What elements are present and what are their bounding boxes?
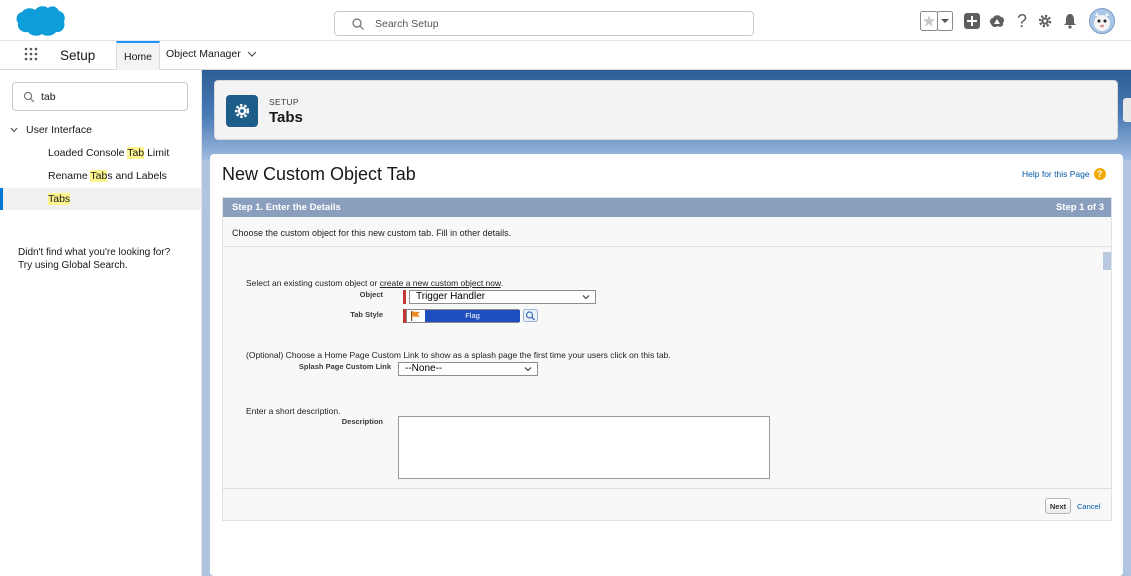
splash-label: Splash Page Custom Link bbox=[298, 362, 391, 371]
side-panel-handle[interactable] bbox=[1123, 98, 1131, 122]
chevron-down-icon[interactable] bbox=[247, 51, 257, 57]
not-found-hint: Didn't find what you're looking for? Try… bbox=[18, 246, 198, 272]
side-panel-handle[interactable] bbox=[1103, 252, 1111, 270]
object-section-prefix: Select an existing custom object or bbox=[246, 278, 380, 288]
tab-style-label: Tab Style bbox=[350, 310, 383, 319]
search-icon bbox=[23, 91, 35, 103]
chevron-down-icon bbox=[10, 127, 18, 133]
quick-find-box[interactable] bbox=[12, 82, 188, 111]
global-search[interactable] bbox=[334, 11, 754, 36]
help-icon: ? bbox=[1093, 168, 1106, 180]
tab-object-manager[interactable]: Object Manager bbox=[166, 48, 257, 60]
tree-group-user-interface[interactable]: User Interface bbox=[10, 124, 92, 136]
context-navigation-bar: Setup Home Object Manager bbox=[0, 41, 1131, 70]
chevron-down-icon bbox=[524, 367, 532, 372]
tab-home[interactable]: Home bbox=[116, 41, 160, 70]
step-header: Step 1. Enter the Details Step 1 of 3 bbox=[223, 198, 1111, 217]
setup-gear-icon bbox=[226, 95, 258, 127]
sidebar-item-text: Limit bbox=[144, 147, 170, 159]
search-highlight: Tab bbox=[127, 147, 145, 159]
notifications-bell-icon[interactable] bbox=[1060, 8, 1080, 34]
content-card: New Custom Object Tab Help for this Page… bbox=[210, 154, 1123, 576]
object-select[interactable]: Trigger Handler bbox=[409, 290, 596, 304]
setup-gear-icon[interactable] bbox=[1034, 8, 1056, 34]
not-found-line: Didn't find what you're looking for? bbox=[18, 247, 171, 258]
create-custom-object-link[interactable]: create a new custom object now bbox=[380, 278, 501, 288]
setup-page-header: SETUP Tabs bbox=[214, 80, 1118, 140]
sidebar-item-text: Loaded Console bbox=[48, 147, 128, 159]
object-select-value: Trigger Handler bbox=[416, 291, 486, 302]
lookup-icon[interactable] bbox=[523, 309, 538, 322]
step-intro: Choose the custom object for this new cu… bbox=[232, 228, 512, 238]
chevron-down-icon bbox=[582, 295, 590, 300]
search-highlight: Tabs bbox=[48, 193, 71, 205]
page-title: New Custom Object Tab bbox=[222, 164, 416, 184]
step-panel: Step 1. Enter the Details Step 1 of 3 Ch… bbox=[222, 197, 1112, 521]
help-link-label: Help for this Page bbox=[1022, 169, 1090, 179]
help-icon[interactable]: ? bbox=[1012, 8, 1032, 34]
splash-section-text: (Optional) Choose a Home Page Custom Lin… bbox=[246, 350, 671, 360]
divider bbox=[223, 246, 1111, 247]
splash-select-value: --None-- bbox=[405, 363, 443, 374]
required-indicator bbox=[403, 290, 406, 304]
tab-object-manager-label: Object Manager bbox=[166, 48, 241, 60]
splash-page-select[interactable]: --None-- bbox=[398, 362, 538, 376]
help-for-this-page-link[interactable]: Help for this Page ? bbox=[1022, 168, 1106, 180]
description-textarea[interactable] bbox=[398, 416, 770, 479]
salesforce-logo[interactable] bbox=[14, 4, 66, 38]
flag-icon bbox=[407, 310, 425, 322]
sidebar-item-text: Rename bbox=[48, 170, 91, 182]
step-counter: Step 1 of 3 bbox=[1055, 202, 1104, 213]
cancel-link[interactable]: Cancel bbox=[1077, 502, 1100, 511]
description-label: Description bbox=[341, 417, 383, 426]
tab-style-value: Flag bbox=[425, 310, 520, 322]
quick-find-input[interactable] bbox=[41, 88, 181, 106]
page-header-title: Tabs bbox=[269, 109, 303, 126]
divider bbox=[223, 488, 1111, 489]
sidebar-item-text: s and Labels bbox=[107, 170, 167, 182]
sidebar-item-rename-tabs-and-labels[interactable]: Rename Tabs and Labels bbox=[0, 165, 201, 187]
object-section-suffix: . bbox=[500, 278, 504, 288]
description-section-text: Enter a short description. bbox=[246, 406, 341, 416]
next-button[interactable]: Next bbox=[1045, 498, 1071, 514]
tab-style-field[interactable]: Flag bbox=[406, 309, 520, 323]
global-search-input[interactable] bbox=[375, 15, 735, 33]
user-avatar[interactable] bbox=[1088, 8, 1116, 34]
favorites-button[interactable] bbox=[920, 8, 954, 34]
tab-home-label: Home bbox=[123, 50, 152, 63]
global-actions-icon[interactable] bbox=[962, 8, 982, 34]
setup-sidebar: User Interface Loaded Console Tab Limit … bbox=[0, 70, 202, 576]
step-title: Step 1. Enter the Details bbox=[232, 202, 341, 213]
not-found-line: Try using Global Search. bbox=[18, 260, 128, 271]
sidebar-item-loaded-console-tab-limit[interactable]: Loaded Console Tab Limit bbox=[0, 142, 201, 164]
object-section-text: Select an existing custom object or crea… bbox=[246, 278, 503, 288]
sidebar-item-tabs[interactable]: Tabs bbox=[0, 188, 201, 210]
main-content: SETUP Tabs New Custom Object Tab Help fo… bbox=[202, 70, 1131, 576]
app-launcher-icon[interactable] bbox=[24, 47, 38, 61]
setup-kicker: SETUP bbox=[269, 97, 299, 107]
trailhead-icon[interactable] bbox=[986, 8, 1008, 34]
search-highlight: Tab bbox=[90, 170, 108, 182]
tree-group-label: User Interface bbox=[26, 124, 92, 136]
app-name: Setup bbox=[60, 48, 96, 63]
search-icon bbox=[352, 18, 364, 30]
global-header: ? bbox=[0, 0, 1131, 41]
object-label: Object bbox=[359, 290, 383, 299]
